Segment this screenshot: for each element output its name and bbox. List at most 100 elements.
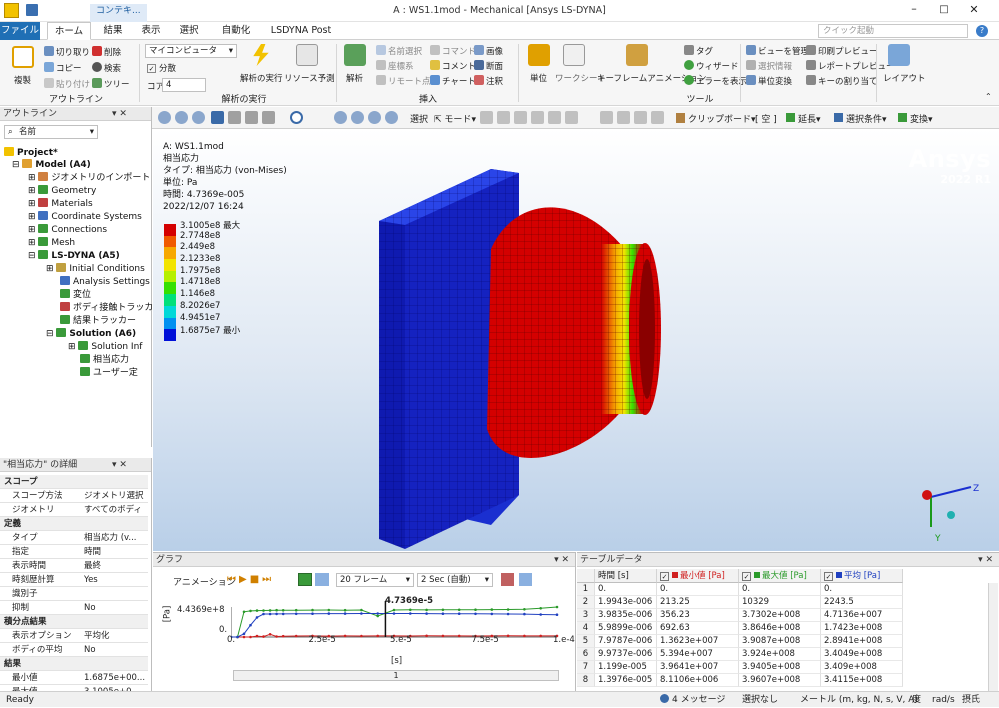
core-input[interactable]: 4	[162, 78, 206, 92]
rewind-icon[interactable]: ⏮	[227, 574, 239, 585]
details-row[interactable]: 時刻歴計算 Yes	[0, 573, 148, 587]
details-value[interactable]: No	[84, 643, 146, 657]
details-row[interactable]: タイプ 相当応力 (v...	[0, 531, 148, 545]
chart-button[interactable]: チャート	[430, 75, 476, 87]
solve-button[interactable]: 解析の実行	[240, 72, 283, 84]
table-column-header[interactable]: ✓ 最小値 [Pa]	[657, 569, 739, 583]
details-value[interactable]: 相当応力 (v...	[84, 531, 146, 545]
print-preview-button[interactable]: 印刷プレビュー	[806, 45, 878, 57]
details-row[interactable]: 指定 時間	[0, 545, 148, 559]
tree-node-user-defined[interactable]: ユーザー定	[80, 367, 138, 380]
export-video-icon[interactable]	[501, 573, 514, 586]
details-row[interactable]: 識別子	[0, 587, 148, 601]
tree-node-connections[interactable]: ⊞ Connections	[28, 224, 107, 237]
command-button[interactable]: コマンド	[430, 45, 476, 57]
close-button[interactable]: ✕	[965, 4, 983, 16]
resource-predict-button[interactable]: リソース予測	[284, 72, 335, 84]
tree-node-materials[interactable]: ⊞ Materials	[28, 198, 93, 211]
rotate-icon[interactable]	[290, 111, 303, 124]
select-face-element-icon[interactable]	[600, 111, 613, 124]
pin-icon[interactable]: ▾ ✕	[554, 553, 569, 567]
solve-icon[interactable]	[253, 44, 269, 66]
graphics-viewport[interactable]: A: WS1.1mod 相当応力 タイプ: 相当応力 (von-Mises) 単…	[153, 129, 999, 551]
rotational-velocity-unit[interactable]: rad/s	[932, 692, 955, 708]
column-checkbox[interactable]: ✓	[660, 572, 669, 581]
details-row[interactable]: 最小値 1.6875e+00...	[0, 671, 148, 685]
page-scroller[interactable]: 1	[233, 670, 559, 681]
tree-node-mesh[interactable]: ⊞ Mesh	[28, 237, 75, 250]
select-box-icon[interactable]	[617, 111, 630, 124]
tree-node-solution-info[interactable]: ⊞ Solution Inf	[68, 341, 142, 354]
tab-select[interactable]: 選択	[172, 22, 206, 40]
select-edge-filter-icon[interactable]	[514, 111, 527, 124]
stop-icon[interactable]: ■	[250, 574, 262, 585]
worksheet-icon[interactable]	[563, 44, 585, 66]
select-label[interactable]: 選択	[410, 112, 428, 125]
tree-node-displacement[interactable]: 変位	[60, 289, 91, 302]
tab-results[interactable]: 結果	[96, 22, 130, 40]
details-value[interactable]: すべてのボディ	[84, 503, 146, 517]
tree-button[interactable]: ツリー	[92, 78, 130, 90]
select-mesh-icon[interactable]	[634, 111, 647, 124]
named-selection-button[interactable]: 名前選択	[376, 45, 422, 57]
coordinate-system-button[interactable]: 座標系	[376, 60, 414, 72]
details-row[interactable]: ボディの平均 No	[0, 643, 148, 657]
select-point-icon[interactable]	[480, 111, 493, 124]
maximize-button[interactable]: □	[935, 4, 953, 16]
details-value[interactable]: 1.6875e+00...	[84, 671, 146, 685]
details-section[interactable]: 積分点結果	[0, 615, 148, 629]
tab-file[interactable]: ファイル	[0, 22, 40, 40]
details-section[interactable]: 定義	[0, 517, 148, 531]
zoom-box-icon[interactable]	[351, 111, 364, 124]
select-nodes-icon[interactable]	[651, 111, 664, 124]
unit-system[interactable]: メートル (m, kg, N, s, V, A)	[800, 692, 918, 708]
selection-info-button[interactable]: 選択情報	[746, 60, 792, 72]
column-checkbox[interactable]: ✓	[742, 572, 751, 581]
extend-menu[interactable]: 延長▾	[786, 112, 821, 125]
manage-views-button[interactable]: ビューを管理	[746, 45, 809, 57]
details-section[interactable]: 結果	[0, 657, 148, 671]
tree-node-initial-conditions[interactable]: ⊞ Initial Conditions	[46, 263, 145, 276]
layout-icon[interactable]	[888, 44, 910, 66]
details-row[interactable]: ジオメトリ すべてのボディ	[0, 503, 148, 517]
search-button[interactable]: 検索	[92, 62, 121, 74]
details-section[interactable]: スコープ	[0, 475, 148, 489]
unit-convert-button[interactable]: 単位変換	[746, 75, 792, 87]
fit-icon[interactable]	[192, 111, 205, 124]
convert-menu[interactable]: 変換▾	[898, 112, 933, 125]
table-row-number[interactable]: 2	[577, 596, 595, 609]
computer-dropdown[interactable]: マイコンピュータ ▾	[145, 44, 237, 58]
help-icon[interactable]: ?	[976, 25, 988, 37]
resource-predict-icon[interactable]	[296, 44, 318, 66]
forward-icon[interactable]: ⏭	[262, 574, 274, 585]
select-element-icon[interactable]	[565, 111, 578, 124]
duplicate-button[interactable]: 複製	[14, 74, 31, 86]
tab-automation[interactable]: 自動化	[214, 22, 258, 40]
table-row-number[interactable]: 3	[577, 609, 595, 622]
tree-node-solution[interactable]: ⊟ Solution (A6)	[46, 328, 136, 341]
tab-home[interactable]: ホーム	[47, 22, 91, 40]
table-column-header[interactable]: ✓ 平均 [Pa]	[821, 569, 903, 583]
graph-options-icon[interactable]	[519, 573, 532, 586]
select-node-icon[interactable]	[548, 111, 561, 124]
select-body-icon[interactable]	[211, 111, 224, 124]
distributed-checkbox[interactable]: ✓ 分散	[147, 62, 176, 74]
show-errors-button[interactable]: エラーを表示	[684, 75, 747, 87]
model-render[interactable]: Z Y	[153, 129, 999, 551]
minimize-button[interactable]: –	[905, 3, 923, 16]
tree-node-model[interactable]: ⊟ Model (A4)	[12, 159, 91, 172]
pin-icon[interactable]: ▾ ✕	[112, 458, 127, 472]
zoom-out-icon[interactable]	[385, 111, 398, 124]
select-condition-menu[interactable]: 選択条件▾	[834, 112, 887, 125]
details-value[interactable]: 平均化	[84, 629, 146, 643]
units-icon[interactable]	[528, 44, 550, 66]
select-face-icon[interactable]	[228, 111, 241, 124]
details-row[interactable]: 抑制 No	[0, 601, 148, 615]
details-row[interactable]: スコープ方法 ジオメトリ選択	[0, 489, 148, 503]
zoom-icon[interactable]	[158, 111, 171, 124]
annotation-button[interactable]: 注釈	[474, 75, 503, 87]
pan-icon[interactable]	[175, 111, 188, 124]
paste-button[interactable]: 貼り付け	[44, 78, 90, 90]
select-edge-icon[interactable]	[245, 111, 258, 124]
axis-triad[interactable]: Z Y	[922, 484, 979, 544]
